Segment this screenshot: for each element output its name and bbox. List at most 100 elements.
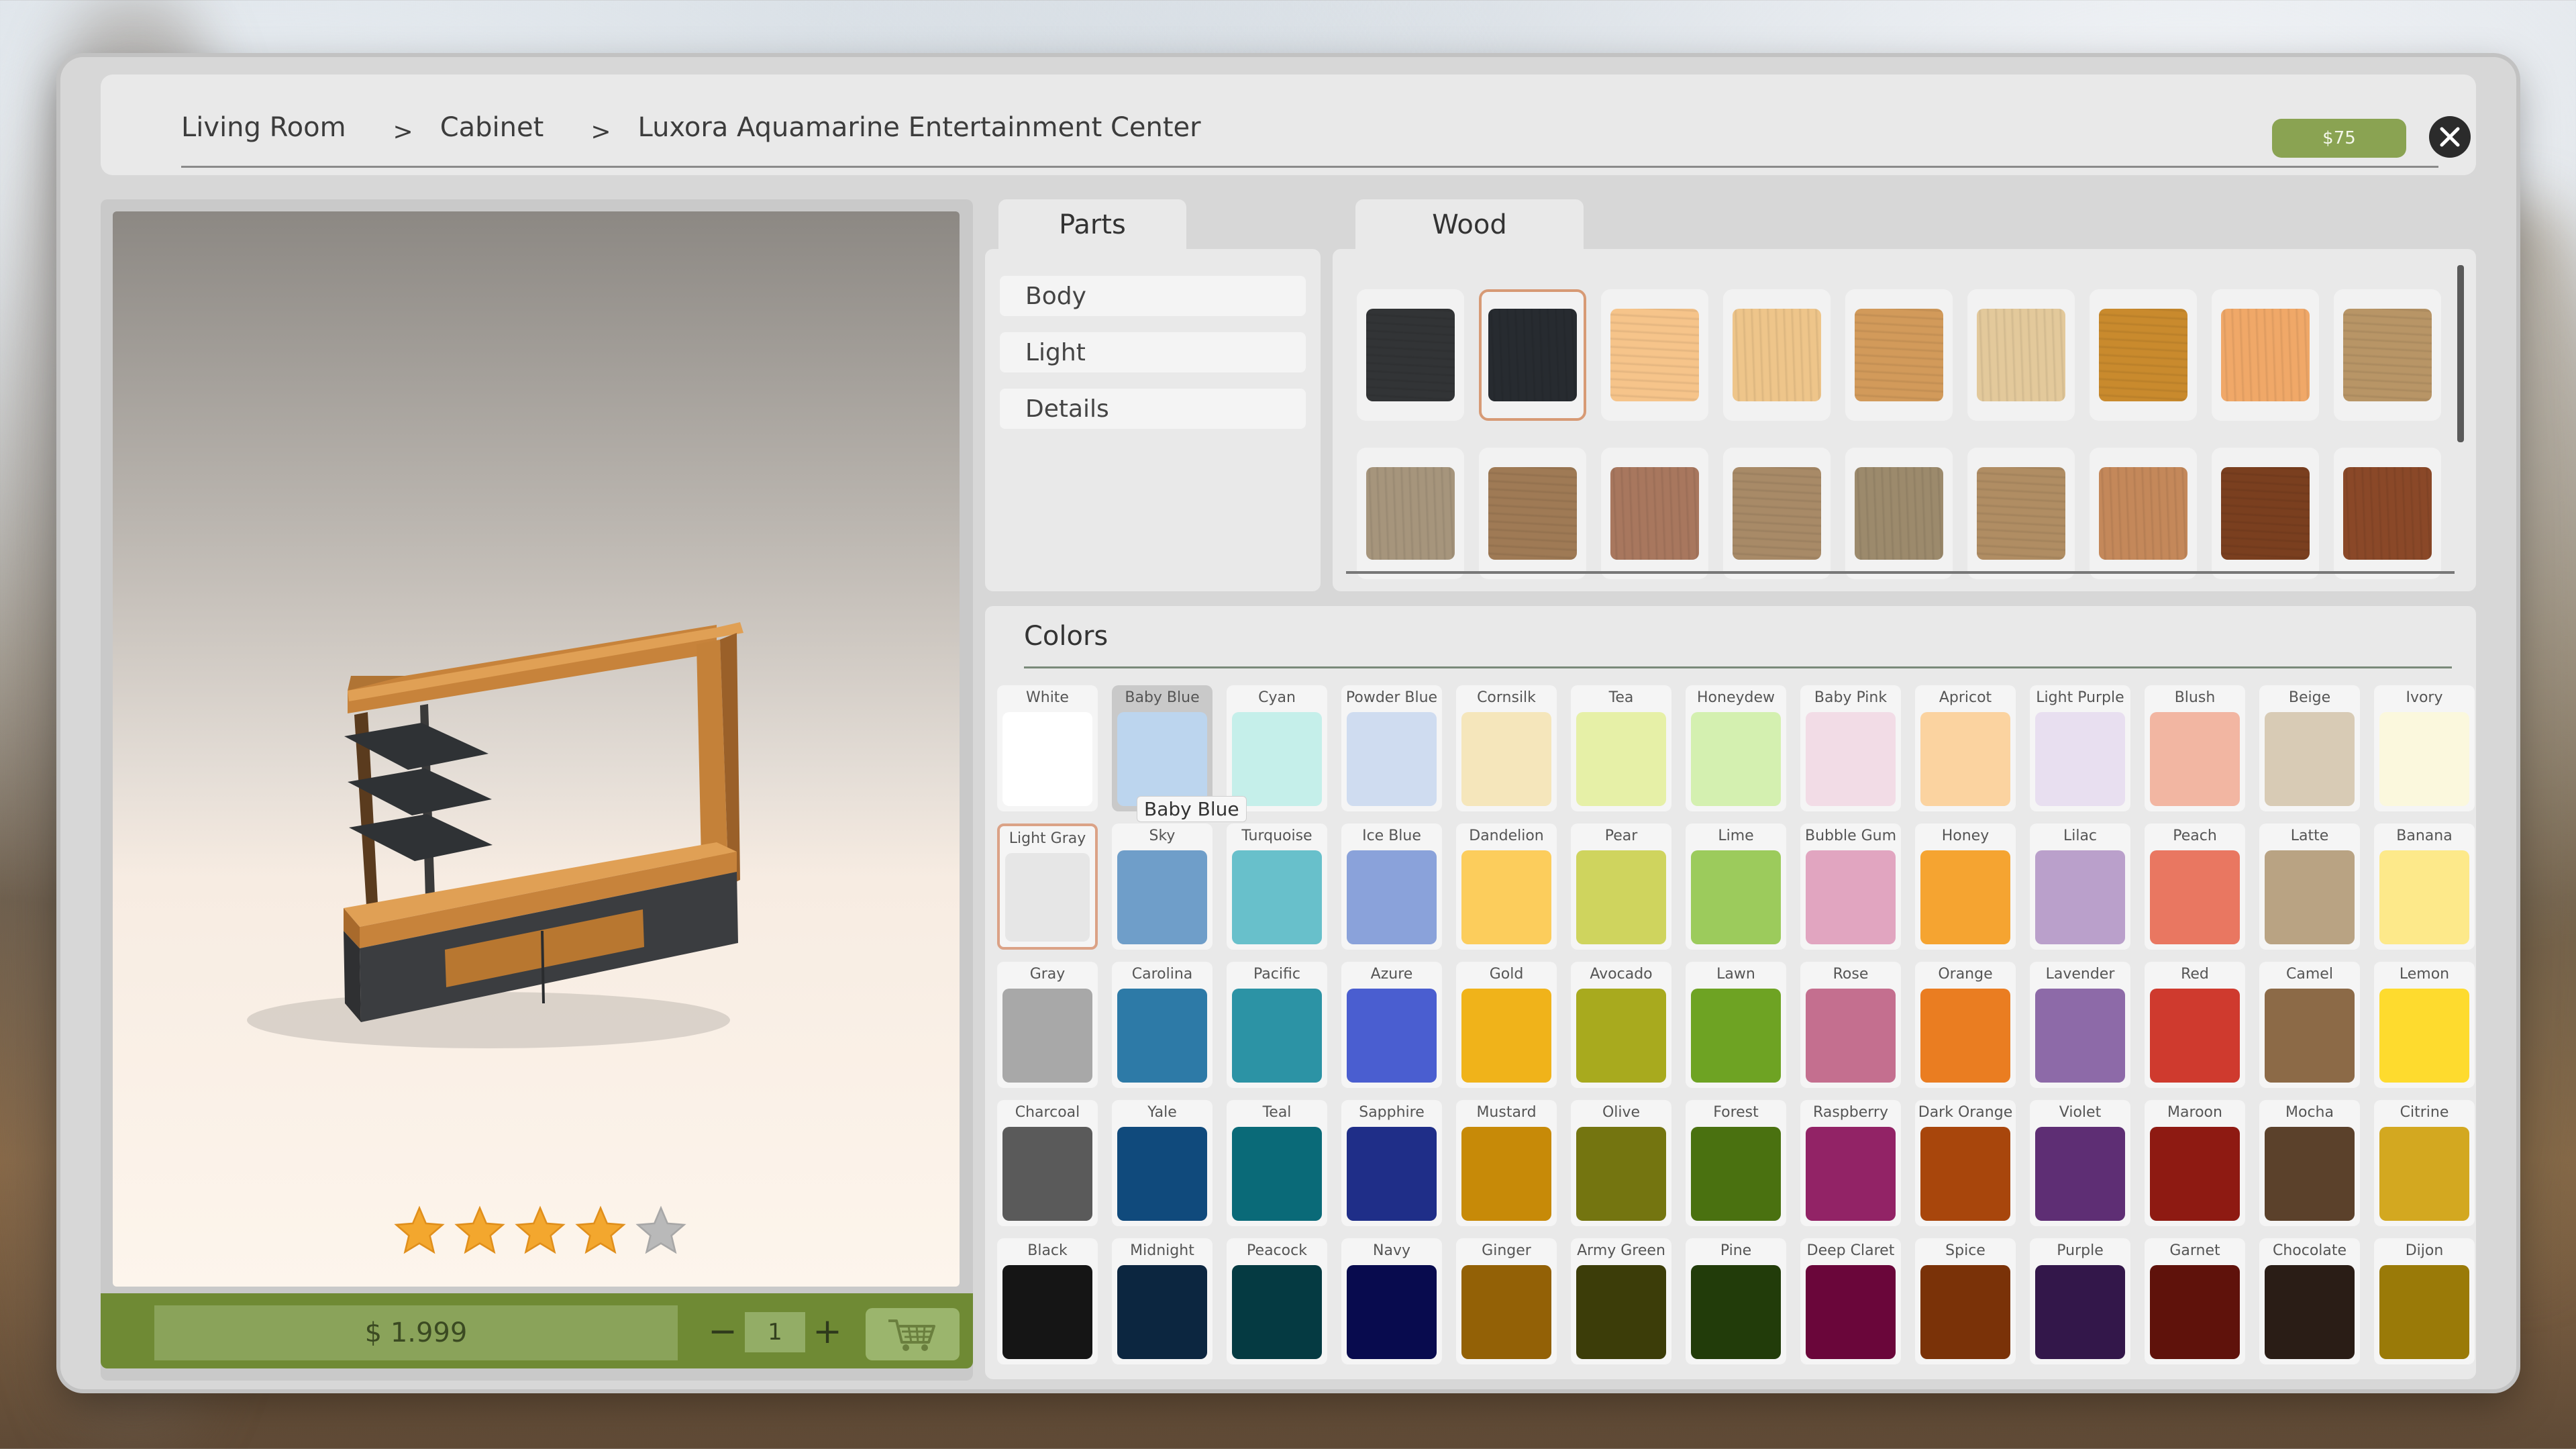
color-swatch[interactable]: Midnight <box>1112 1238 1213 1364</box>
color-swatch[interactable]: Lawn <box>1686 962 1786 1088</box>
color-swatch[interactable]: Purple <box>2030 1238 2130 1364</box>
color-swatch[interactable]: Camel <box>2259 962 2360 1088</box>
color-swatch[interactable]: Forest <box>1686 1100 1786 1226</box>
color-swatch[interactable]: Yale <box>1112 1100 1213 1226</box>
wood-texture <box>1733 467 1821 560</box>
color-swatch[interactable]: Baby Blue <box>1112 685 1213 811</box>
close-button[interactable] <box>2429 116 2471 158</box>
color-swatch[interactable]: Peacock <box>1227 1238 1327 1364</box>
wood-swatch[interactable] <box>1357 289 1464 421</box>
wood-swatch[interactable] <box>1479 448 1586 579</box>
wood-swatch[interactable] <box>1967 448 2075 579</box>
furniture-preview[interactable] <box>113 211 960 1287</box>
color-swatch[interactable]: Ginger <box>1456 1238 1557 1364</box>
color-swatch[interactable]: Deep Claret <box>1800 1238 1901 1364</box>
color-swatch[interactable]: Pear <box>1571 823 1671 950</box>
color-swatch[interactable]: Dark Orange <box>1915 1100 2016 1226</box>
color-swatch[interactable]: Light Gray <box>997 823 1098 950</box>
color-swatch[interactable]: Violet <box>2030 1100 2130 1226</box>
color-swatch[interactable]: Lilac <box>2030 823 2130 950</box>
part-light-button[interactable]: Light <box>1000 332 1306 372</box>
color-swatch[interactable]: Gold <box>1456 962 1557 1088</box>
color-swatch[interactable]: Pine <box>1686 1238 1786 1364</box>
wood-scrollbar[interactable] <box>2457 265 2464 442</box>
color-swatch[interactable]: Carolina <box>1112 962 1213 1088</box>
color-swatch[interactable]: Citrine <box>2374 1100 2475 1226</box>
color-swatch[interactable]: Black <box>997 1238 1098 1364</box>
wood-swatch[interactable] <box>1723 289 1831 421</box>
wood-swatch[interactable] <box>1357 448 1464 579</box>
color-swatch[interactable]: Honey <box>1915 823 2016 950</box>
purchase-bar: $ 1.999 − + <box>101 1293 973 1368</box>
color-swatch[interactable]: Spice <box>1915 1238 2016 1364</box>
wood-swatch[interactable] <box>1601 448 1708 579</box>
color-swatch[interactable]: Blush <box>2145 685 2245 811</box>
part-body-button[interactable]: Body <box>1000 276 1306 316</box>
breadcrumb-room[interactable]: Living Room <box>181 112 346 143</box>
color-swatch[interactable]: Garnet <box>2145 1238 2245 1364</box>
color-swatch[interactable]: Ice Blue <box>1341 823 1442 950</box>
wood-swatch[interactable] <box>1479 289 1586 421</box>
wood-swatch[interactable] <box>2090 448 2197 579</box>
color-swatch[interactable]: Rose <box>1800 962 1901 1088</box>
wood-swatch[interactable] <box>2212 448 2319 579</box>
header-divider <box>181 166 2438 168</box>
color-swatch[interactable]: White <box>997 685 1098 811</box>
color-swatch[interactable]: Avocado <box>1571 962 1671 1088</box>
color-swatch[interactable]: Baby Pink <box>1800 685 1901 811</box>
tab-wood[interactable]: Wood <box>1355 199 1584 250</box>
color-swatch[interactable]: Latte <box>2259 823 2360 950</box>
color-swatch[interactable]: Beige <box>2259 685 2360 811</box>
color-swatch[interactable]: Lemon <box>2374 962 2475 1088</box>
color-swatch[interactable]: Pacific <box>1227 962 1327 1088</box>
color-swatch[interactable]: Ivory <box>2374 685 2475 811</box>
wood-swatch[interactable] <box>1845 289 1953 421</box>
wood-swatch[interactable] <box>1723 448 1831 579</box>
color-swatch[interactable]: Red <box>2145 962 2245 1088</box>
color-swatch[interactable]: Turquoise <box>1227 823 1327 950</box>
wood-swatch[interactable] <box>2334 448 2441 579</box>
color-swatch[interactable]: Charcoal <box>997 1100 1098 1226</box>
part-details-button[interactable]: Details <box>1000 389 1306 429</box>
color-swatch[interactable]: Orange <box>1915 962 2016 1088</box>
wood-swatch[interactable] <box>1967 289 2075 421</box>
color-swatch[interactable]: Lime <box>1686 823 1786 950</box>
tab-parts[interactable]: Parts <box>998 199 1186 250</box>
color-swatch[interactable]: Mocha <box>2259 1100 2360 1226</box>
color-swatch[interactable]: Chocolate <box>2259 1238 2360 1364</box>
color-swatch[interactable]: Banana <box>2374 823 2475 950</box>
breadcrumb-category[interactable]: Cabinet <box>440 112 544 143</box>
color-swatch[interactable]: Bubble Gum <box>1800 823 1901 950</box>
color-swatch[interactable]: Dandelion <box>1456 823 1557 950</box>
color-swatch[interactable]: Maroon <box>2145 1100 2245 1226</box>
quantity-decrease-button[interactable]: − <box>706 1308 739 1355</box>
color-swatch[interactable]: Gray <box>997 962 1098 1088</box>
color-swatch[interactable]: Army Green <box>1571 1238 1671 1364</box>
color-swatch[interactable]: Sapphire <box>1341 1100 1442 1226</box>
color-swatch[interactable]: Honeydew <box>1686 685 1786 811</box>
color-swatch[interactable]: Lavender <box>2030 962 2130 1088</box>
quantity-input[interactable] <box>745 1312 805 1352</box>
wood-swatch[interactable] <box>2334 289 2441 421</box>
color-swatch[interactable]: Sky <box>1112 823 1213 950</box>
color-swatch[interactable]: Teal <box>1227 1100 1327 1226</box>
wood-swatch[interactable] <box>2090 289 2197 421</box>
color-swatch[interactable]: Peach <box>2145 823 2245 950</box>
wood-swatch[interactable] <box>2212 289 2319 421</box>
color-swatch[interactable]: Mustard <box>1456 1100 1557 1226</box>
color-swatch[interactable]: Olive <box>1571 1100 1671 1226</box>
color-swatch[interactable]: Azure <box>1341 962 1442 1088</box>
wood-swatch[interactable] <box>1845 448 1953 579</box>
color-swatch[interactable]: Apricot <box>1915 685 2016 811</box>
color-swatch[interactable]: Cyan <box>1227 685 1327 811</box>
color-swatch[interactable]: Raspberry <box>1800 1100 1901 1226</box>
wood-swatch[interactable] <box>1601 289 1708 421</box>
add-to-cart-button[interactable] <box>866 1308 960 1360</box>
color-swatch[interactable]: Powder Blue <box>1341 685 1442 811</box>
color-swatch[interactable]: Light Purple <box>2030 685 2130 811</box>
color-swatch[interactable]: Cornsilk <box>1456 685 1557 811</box>
color-swatch[interactable]: Navy <box>1341 1238 1442 1364</box>
quantity-increase-button[interactable]: + <box>811 1308 844 1355</box>
color-swatch[interactable]: Tea <box>1571 685 1671 811</box>
color-swatch[interactable]: Dijon <box>2374 1238 2475 1364</box>
